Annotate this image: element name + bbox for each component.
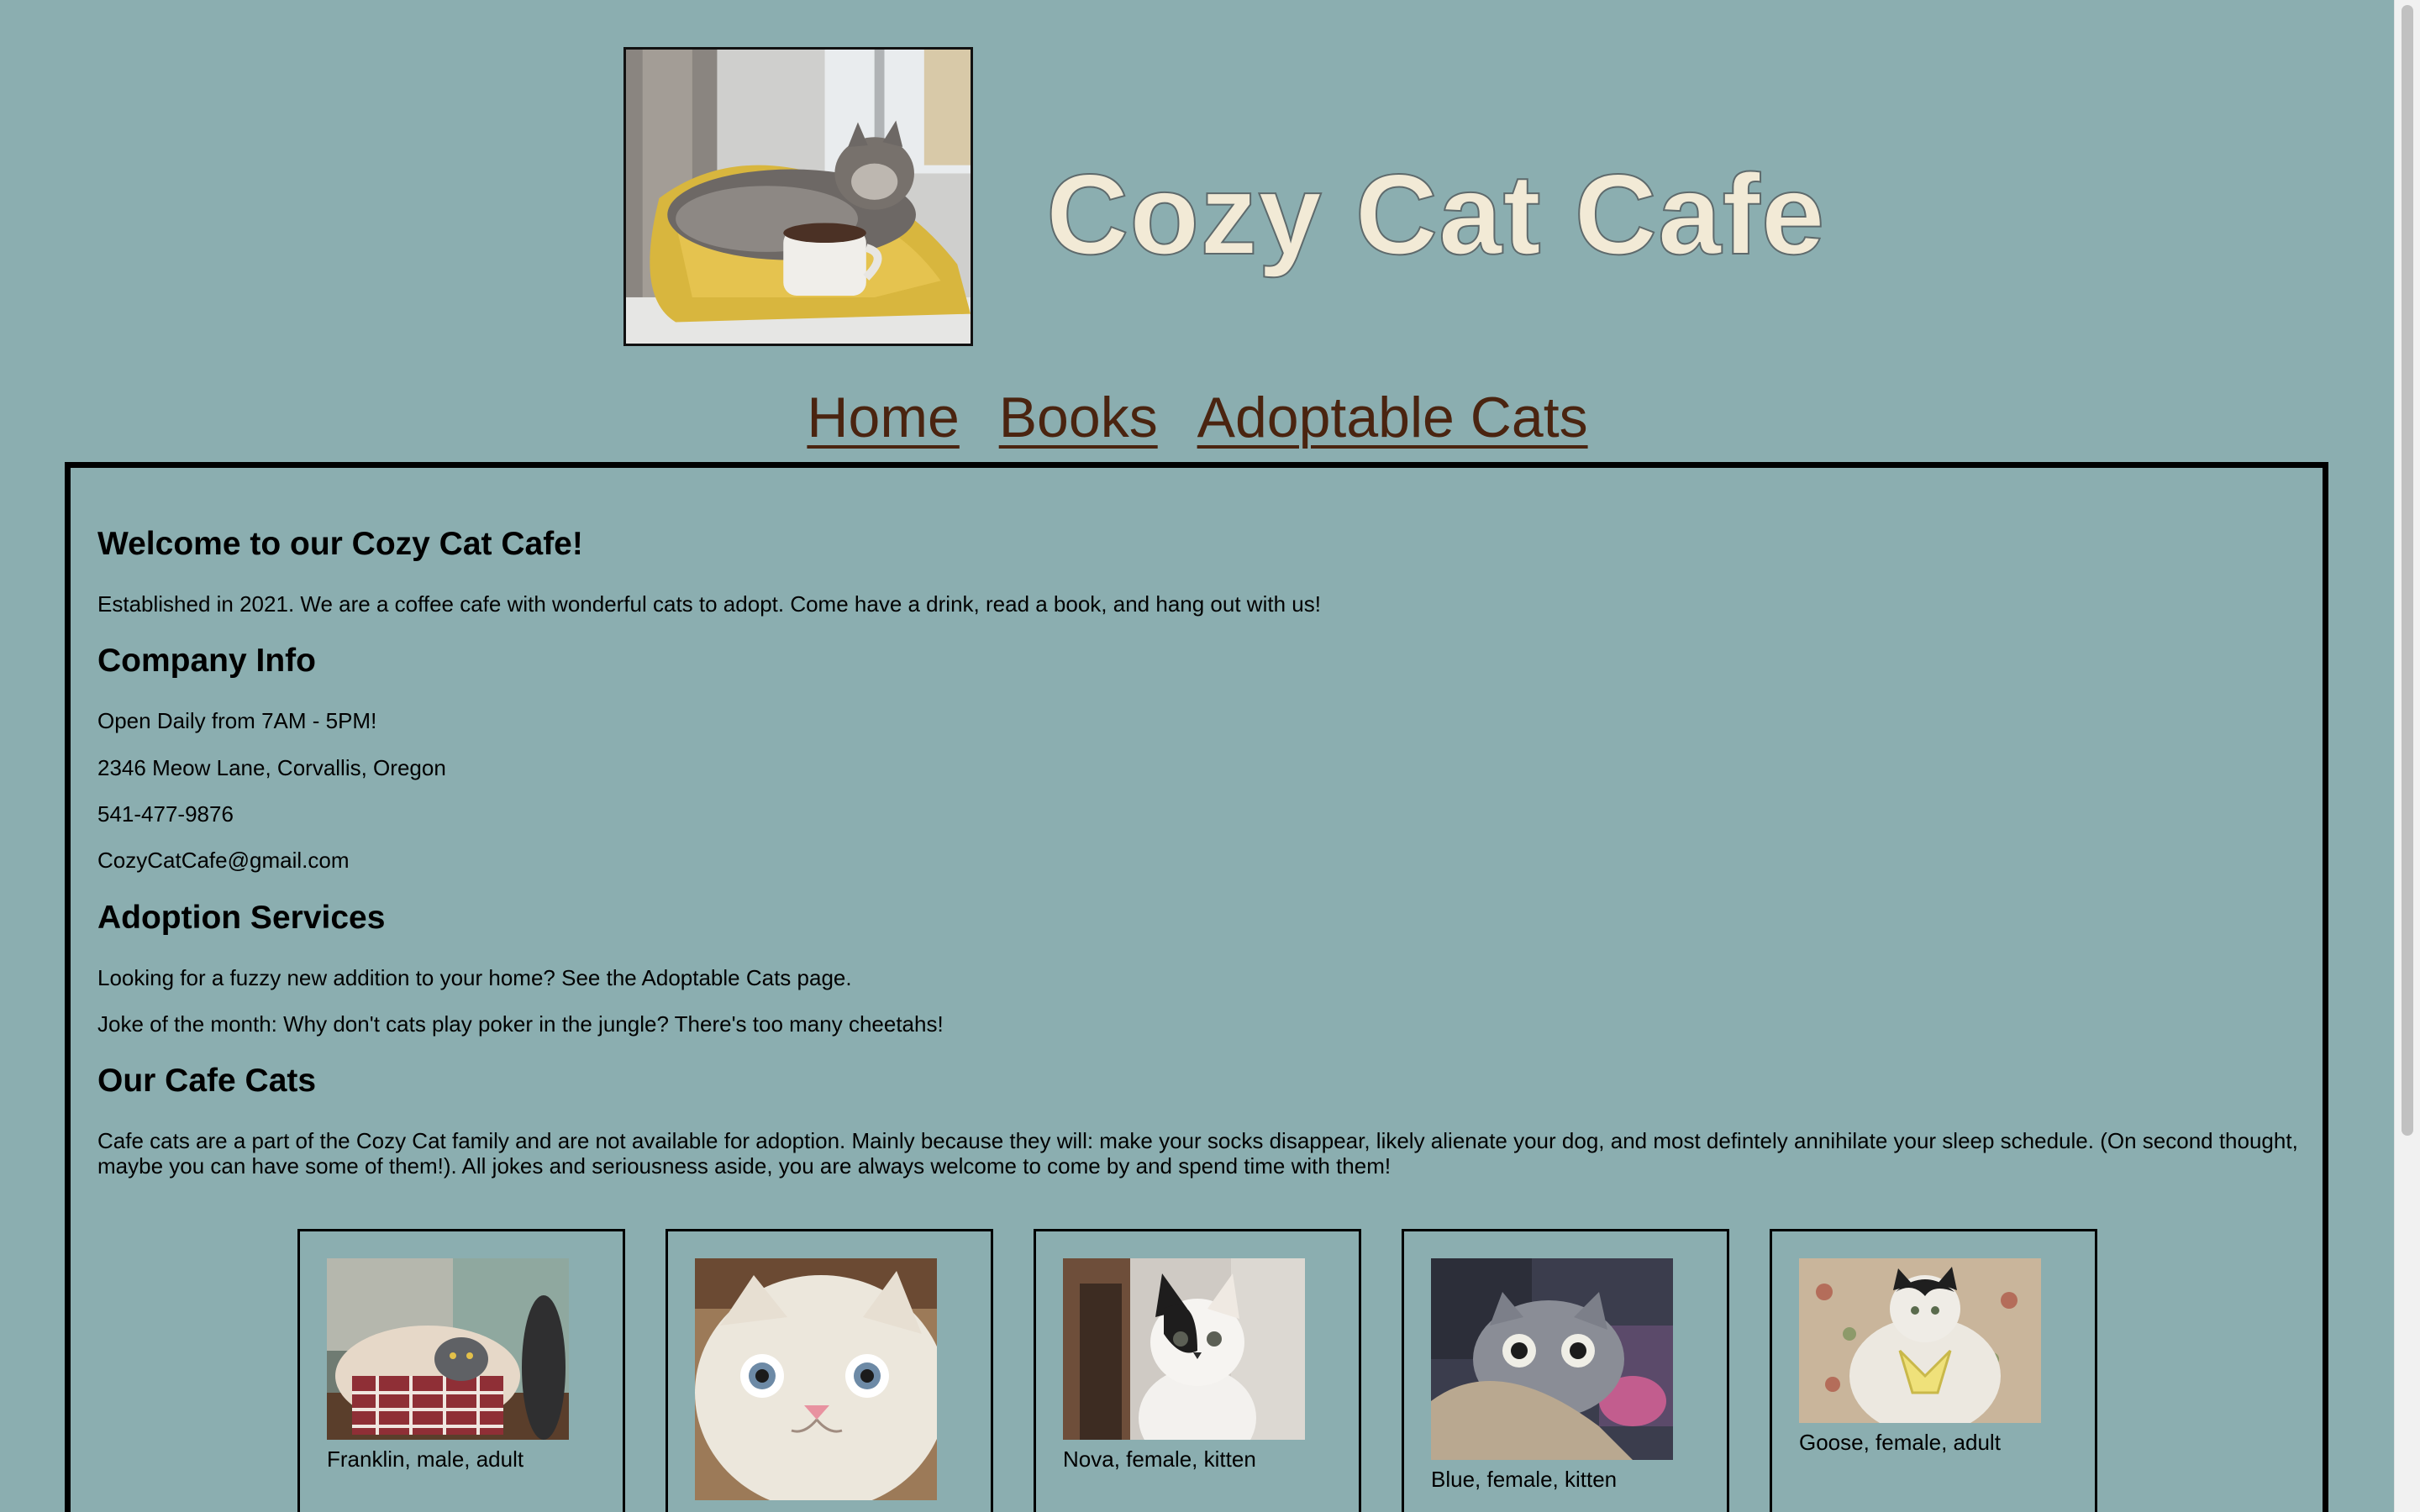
site-title: Cozy Cat Cafe [1045, 150, 1826, 279]
cat-photo-blue [1431, 1258, 1673, 1460]
cat-card-goose: Goose, female, adult [1770, 1229, 2097, 1512]
cafe-cats-heading: Our Cafe Cats [97, 1063, 317, 1099]
cat-caption-blue: Blue, female, kitten [1431, 1467, 1618, 1492]
nav-link-adoptable-cats[interactable]: Adoptable Cats [1197, 386, 1588, 449]
email-text: CozyCatCafe@gmail.com [97, 848, 350, 873]
nav-link-home[interactable]: Home [807, 386, 959, 449]
phone-text: 541-477-9876 [97, 801, 234, 827]
cat-card-blue: Blue, female, kitten [1402, 1229, 1729, 1512]
cafe-cats-text: Cafe cats are a part of the Cozy Cat fam… [97, 1128, 2298, 1179]
cat-photo-goose [1799, 1258, 2041, 1423]
page: Cozy Cat Cafe Home Books Adoptable Cats … [0, 0, 2420, 1512]
cat-photo-franklin [327, 1258, 569, 1440]
welcome-heading: Welcome to our Cozy Cat Cafe! [97, 526, 583, 562]
adoption-text: Looking for a fuzzy new addition to your… [97, 965, 852, 990]
hero-cat-image [623, 47, 973, 346]
cat-caption-franklin: Franklin, male, adult [327, 1446, 524, 1472]
hours-text: Open Daily from 7AM - 5PM! [97, 708, 377, 733]
scrollbar-thumb[interactable] [2402, 5, 2413, 1136]
cat-card-2 [666, 1229, 993, 1512]
cat-caption-nova: Nova, female, kitten [1063, 1446, 1256, 1472]
adoption-heading: Adoption Services [97, 900, 386, 936]
address-text: 2346 Meow Lane, Corvallis, Oregon [97, 755, 446, 780]
cat-photo-2 [695, 1258, 937, 1500]
main-nav: Home Books Adoptable Cats [0, 380, 2395, 455]
joke-text: Joke of the month: Why don't cats play p… [97, 1011, 944, 1037]
cat-photo-nova [1063, 1258, 1305, 1440]
company-info-heading: Company Info [97, 643, 316, 679]
vertical-scrollbar[interactable] [2394, 0, 2420, 1512]
cat-card-nova: Nova, female, kitten [1034, 1229, 1361, 1512]
cat-caption-goose: Goose, female, adult [1799, 1430, 2001, 1455]
nav-link-books[interactable]: Books [999, 386, 1158, 449]
welcome-text: Established in 2021. We are a coffee caf… [97, 591, 1321, 617]
cat-card-franklin: Franklin, male, adult [297, 1229, 625, 1512]
